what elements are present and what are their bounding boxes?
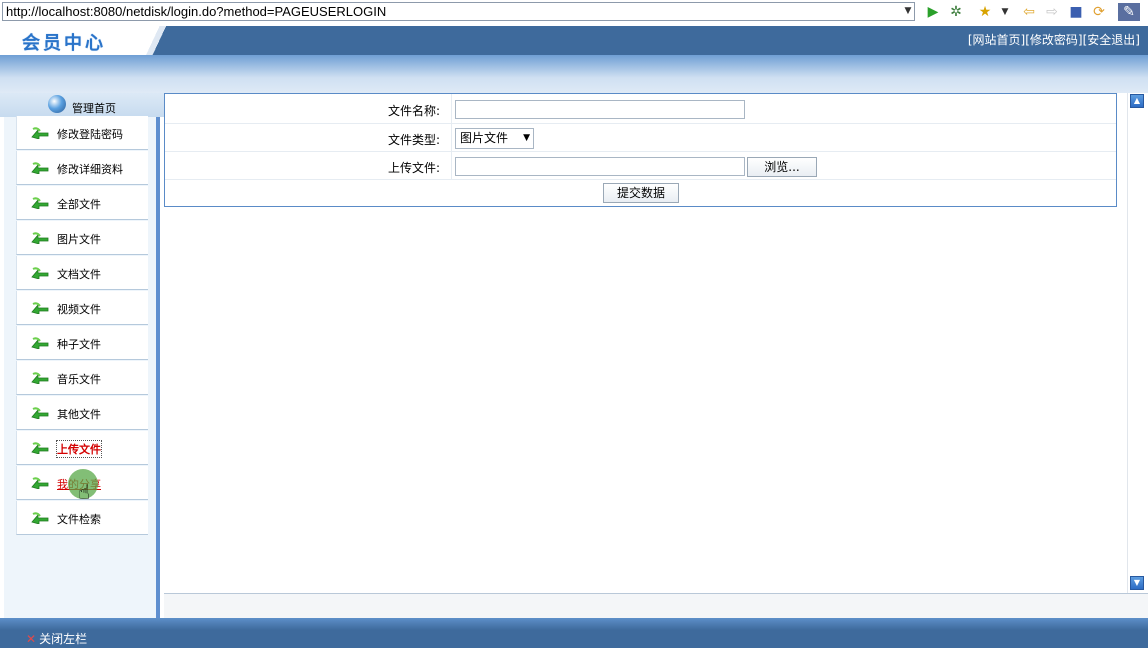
- upload-file-input[interactable]: [455, 157, 745, 176]
- back-icon[interactable]: ⇦: [1020, 3, 1038, 21]
- globe-icon: [48, 95, 66, 113]
- green-arrow-icon: [31, 197, 49, 210]
- go-icon[interactable]: ▶: [924, 3, 942, 21]
- debug-icon[interactable]: ✲: [947, 3, 965, 21]
- header-gradient-band: [0, 55, 1148, 93]
- logo-title: 会员中心: [22, 33, 106, 54]
- favorites-dropdown-icon[interactable]: ▼: [996, 3, 1014, 21]
- sidebar-item[interactable]: 修改详细资料: [16, 151, 148, 185]
- browser-toolbar: http://localhost:8080/netdisk/login.do?m…: [0, 0, 1148, 27]
- scroll-down-icon[interactable]: ▼: [1130, 576, 1144, 590]
- green-arrow-icon: [31, 127, 49, 140]
- site-home-link[interactable]: [网站首页]: [968, 33, 1025, 47]
- sidebar-item-label: 上传文件: [56, 440, 102, 458]
- upload-file-label: 上传文件:: [387, 161, 440, 175]
- stop-icon[interactable]: ■: [1067, 3, 1085, 21]
- admin-home-link[interactable]: 管理首页: [72, 100, 116, 116]
- file-type-selected: 图片文件: [460, 131, 509, 145]
- sidebar-item[interactable]: 图片文件: [16, 221, 148, 255]
- sidebar-item[interactable]: 文件检索: [16, 501, 148, 535]
- green-arrow-icon: [31, 477, 49, 490]
- browse-button[interactable]: 浏览...: [747, 157, 817, 177]
- status-strip: [164, 593, 1148, 618]
- green-arrow-icon: [31, 302, 49, 315]
- sidebar-item[interactable]: 全部文件: [16, 186, 148, 220]
- sidebar-item-label: 文件检索: [57, 513, 101, 526]
- scroll-up-icon[interactable]: ▲: [1130, 94, 1144, 108]
- sidebar-item-label: 全部文件: [57, 198, 101, 211]
- favorites-icon[interactable]: ★: [976, 3, 994, 21]
- green-arrow-icon: [31, 267, 49, 280]
- sidebar-item[interactable]: 音乐文件: [16, 361, 148, 395]
- green-arrow-icon: [31, 232, 49, 245]
- sidebar-item-label: 其他文件: [57, 408, 101, 421]
- upload-form: 文件名称: 文件类型: 图片文件 ▼ 上传文件: 浏览... 提交数据: [164, 93, 1117, 207]
- sidebar-item[interactable]: 种子文件: [16, 326, 148, 360]
- form-row-name: 文件名称:: [165, 94, 1116, 124]
- green-arrow-icon: [31, 337, 49, 350]
- submit-button[interactable]: 提交数据: [603, 183, 679, 203]
- green-arrow-icon: [31, 512, 49, 525]
- sidebar-item[interactable]: 视频文件: [16, 291, 148, 325]
- close-left-panel-button[interactable]: ✕ 关闭左栏: [26, 630, 87, 647]
- sidebar-item-label: 修改详细资料: [57, 163, 123, 176]
- green-arrow-icon: [31, 407, 49, 420]
- forward-icon[interactable]: ⇨: [1043, 3, 1061, 21]
- sidebar-item-label: 种子文件: [57, 338, 101, 351]
- sidebar-item-label: 文档文件: [57, 268, 101, 281]
- sidebar-item-label: 视频文件: [57, 303, 101, 316]
- sidebar-item[interactable]: 文档文件: [16, 256, 148, 290]
- form-row-submit: 提交数据: [165, 180, 1116, 206]
- refresh-icon[interactable]: ⟳: [1090, 3, 1108, 21]
- vertical-scrollbar[interactable]: ▲ ▼: [1127, 93, 1146, 593]
- logout-link[interactable]: [安全退出]: [1083, 33, 1140, 47]
- file-name-input[interactable]: [455, 100, 745, 119]
- form-row-type: 文件类型: 图片文件 ▼: [165, 124, 1116, 152]
- close-icon: ✕: [26, 632, 37, 646]
- file-type-label: 文件类型:: [387, 133, 440, 147]
- chevron-down-icon: ▼: [523, 133, 530, 143]
- hand-cursor-icon: ☝: [78, 480, 91, 504]
- change-password-link[interactable]: [修改密码]: [1025, 33, 1082, 47]
- close-left-panel-label: 关闭左栏: [39, 632, 88, 646]
- sidebar-item-label: 图片文件: [57, 233, 101, 246]
- sidebar-item[interactable]: 其他文件: [16, 396, 148, 430]
- top-links: [网站首页][修改密码][安全退出]: [968, 31, 1140, 48]
- green-arrow-icon: [31, 372, 49, 385]
- sidebar-item-label: 音乐文件: [57, 373, 101, 386]
- green-arrow-icon: [31, 162, 49, 175]
- logo-corner: [140, 26, 170, 55]
- address-dropdown-icon[interactable]: ▼: [902, 4, 914, 19]
- green-arrow-icon: [31, 442, 49, 455]
- sidebar-item[interactable]: 修改登陆密码: [16, 116, 148, 150]
- file-type-select[interactable]: 图片文件 ▼: [455, 128, 534, 149]
- address-bar[interactable]: http://localhost:8080/netdisk/login.do?m…: [2, 2, 915, 21]
- file-name-label: 文件名称:: [387, 104, 440, 118]
- eclipse-icon[interactable]: ✎: [1118, 3, 1140, 21]
- form-row-upload: 上传文件: 浏览...: [165, 152, 1116, 180]
- footer-bar: [0, 618, 1148, 648]
- sidebar-item[interactable]: 上传文件: [16, 431, 148, 465]
- sidebar-item-label: 修改登陆密码: [57, 128, 123, 141]
